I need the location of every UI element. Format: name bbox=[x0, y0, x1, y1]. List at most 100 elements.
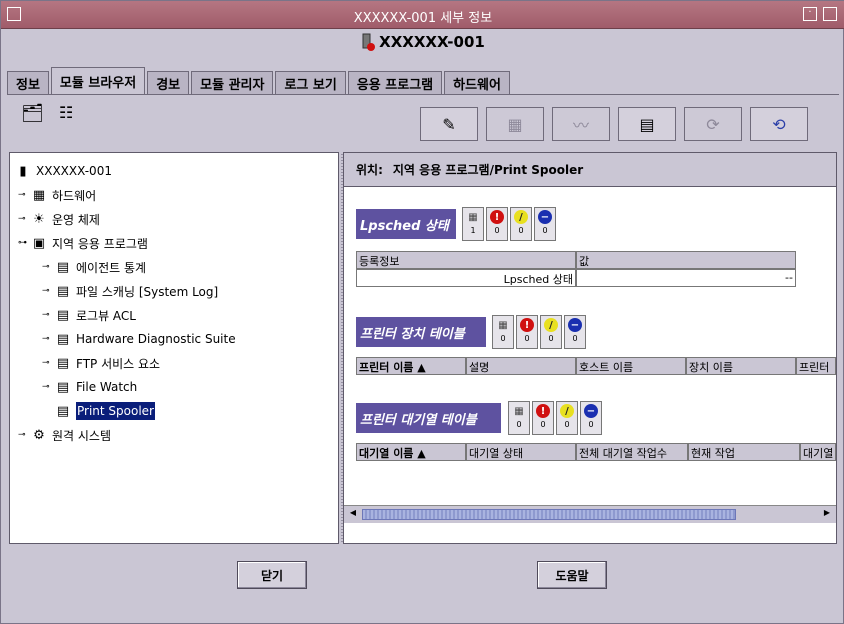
remote-alarm-icon: ⚙ bbox=[33, 427, 45, 443]
details-panel: 위치: 지역 응용 프로그램/Print Spooler Lpsched 상태 … bbox=[343, 152, 837, 544]
warning-status-icon: / bbox=[560, 404, 574, 418]
critical-status-icon: ! bbox=[520, 318, 534, 332]
tree-node-host[interactable]: ▮ XXXXXX-001 bbox=[14, 159, 338, 183]
tree-node-hw-diag[interactable]: ⊸ ▤ Hardware Diagnostic Suite bbox=[14, 327, 338, 351]
column-header[interactable]: 대기열 이름 ▲ bbox=[356, 443, 466, 461]
expand-key-icon[interactable]: ⊸ bbox=[18, 430, 30, 440]
scroll-left-icon[interactable]: ◀ bbox=[347, 508, 359, 520]
column-header[interactable]: 현재 작업 bbox=[688, 443, 800, 461]
tree-node-file-scanning[interactable]: ⊸ ▤ 파일 스캐닝 [System Log] bbox=[14, 279, 338, 303]
close-button[interactable]: 닫기 bbox=[237, 561, 307, 589]
expand-key-icon[interactable]: ⊸ bbox=[42, 334, 54, 344]
expand-key-icon[interactable]: ⊸ bbox=[42, 310, 54, 320]
count-warning: /0 bbox=[510, 207, 532, 241]
header: XXXXXX-001 bbox=[1, 29, 844, 59]
tab-alarms[interactable]: 경보 bbox=[147, 71, 190, 95]
warning-status-icon: / bbox=[514, 210, 528, 224]
column-header[interactable]: 설명 bbox=[466, 357, 576, 375]
tree-node-ftp[interactable]: ⊸ ▤ FTP 서비스 요소 bbox=[14, 351, 338, 375]
tree-node-hardware[interactable]: ⊸ ▦ 하드웨어 bbox=[14, 183, 338, 207]
list-view-icon[interactable]: ☷ bbox=[59, 103, 83, 129]
status-counts: ▦ 1 ! 0 /0 −0 bbox=[462, 207, 556, 241]
module-icon: ▤ bbox=[56, 355, 70, 371]
graph-icon[interactable]: 〰 bbox=[552, 107, 610, 141]
help-button[interactable]: 도움말 bbox=[537, 561, 607, 589]
column-header[interactable]: 등록정보 bbox=[356, 251, 576, 269]
os-alarm-icon: ☀ bbox=[33, 211, 45, 227]
section-title-printer-devices: 프린터 장치 테이블 bbox=[356, 317, 486, 347]
hardware-icon: ▦ bbox=[32, 187, 46, 203]
window-title: XXXXXX-001 세부 정보 bbox=[353, 11, 493, 26]
critical-status-icon: ! bbox=[490, 210, 504, 224]
tab-module-browser[interactable]: 모듈 브라우저 bbox=[50, 67, 146, 95]
tab-log-view[interactable]: 로그 보기 bbox=[275, 71, 346, 95]
probe-icon[interactable]: ⟳ bbox=[684, 107, 742, 141]
normal-status-icon: ▦ bbox=[468, 211, 478, 223]
edit-icon[interactable]: ✎ bbox=[420, 107, 478, 141]
expand-key-icon[interactable]: ⊸ bbox=[42, 382, 54, 392]
column-header[interactable]: 프린터 이름 ▲ bbox=[356, 357, 466, 375]
expand-key-icon[interactable]: ⊸ bbox=[42, 286, 54, 296]
expand-key-icon[interactable]: ⊸ bbox=[18, 214, 30, 224]
expand-key-icon[interactable]: ⊸ bbox=[18, 190, 30, 200]
refresh-icon[interactable]: ⟲ bbox=[750, 107, 808, 141]
tree-node-file-watch[interactable]: ⊸ ▤ File Watch bbox=[14, 375, 338, 399]
applications-icon: ▣ bbox=[32, 235, 46, 251]
column-header[interactable]: 값 bbox=[576, 251, 796, 269]
tree-node-print-spooler[interactable]: ▤ Print Spooler bbox=[14, 399, 338, 423]
column-header[interactable]: 대기열 상태 bbox=[466, 443, 576, 461]
title-bar: XXXXXX-001 세부 정보 · bbox=[1, 1, 844, 29]
host-alarm-icon bbox=[362, 33, 376, 51]
tree-node-logview-acl[interactable]: ⊸ ▤ 로그뷰 ACL bbox=[14, 303, 338, 327]
disabled-status-icon: − bbox=[568, 318, 582, 332]
properties-icon[interactable]: ▤ bbox=[618, 107, 676, 141]
disabled-status-icon: − bbox=[584, 404, 598, 418]
minimize-button[interactable]: · bbox=[803, 7, 817, 21]
tree-view-icon[interactable]: 🗂 bbox=[21, 103, 45, 129]
scroll-thumb[interactable] bbox=[362, 509, 736, 520]
host-icon: ▮ bbox=[19, 163, 27, 179]
host-name: XXXXXX-001 bbox=[379, 33, 485, 51]
tab-body: 🗂 ☷ ✎ ▦ 〰 ▤ ⟳ ⟲ ▮ XXXXXX-001 ⊸ ▦ 하드웨어 ⊸ … bbox=[7, 94, 839, 549]
column-header[interactable]: 호스트 이름 bbox=[576, 357, 686, 375]
collapse-key-icon[interactable]: ⊶ bbox=[18, 238, 30, 248]
tree-node-os[interactable]: ⊸ ☀ 운영 체제 bbox=[14, 207, 338, 231]
tree-node-remote-systems[interactable]: ⊸ ⚙ 원격 시스템 bbox=[14, 423, 338, 447]
maximize-button[interactable] bbox=[823, 7, 837, 21]
tab-module-manager[interactable]: 모듈 관리자 bbox=[191, 71, 274, 95]
count-normal: ▦ 1 bbox=[462, 207, 484, 241]
count-disabled: −0 bbox=[534, 207, 556, 241]
expand-key-icon[interactable]: ⊸ bbox=[42, 358, 54, 368]
expand-key-icon[interactable]: ⊸ bbox=[42, 262, 54, 272]
column-header[interactable]: 대기열 bbox=[800, 443, 836, 461]
section-title-printer-queues: 프린터 대기열 테이블 bbox=[356, 403, 501, 433]
module-icon: ▤ bbox=[56, 379, 70, 395]
section-title-lpsched: Lpsched 상태 bbox=[356, 209, 456, 239]
lpsched-table: 등록정보 값 Lpsched 상태 -- bbox=[356, 251, 796, 287]
tab-info[interactable]: 정보 bbox=[7, 71, 49, 95]
disabled-status-icon: − bbox=[538, 210, 552, 224]
tab-bar: 정보 모듈 브라우저 경보 모듈 관리자 로그 보기 응용 프로그램 하드웨어 bbox=[7, 67, 512, 95]
column-header[interactable]: 장치 이름 bbox=[686, 357, 796, 375]
scroll-right-icon[interactable]: ▶ bbox=[821, 508, 833, 520]
module-icon: ▤ bbox=[56, 307, 70, 323]
location-path: 지역 응용 프로그램/Print Spooler bbox=[392, 163, 584, 177]
tree-node-agent-stats[interactable]: ⊸ ▤ 에이전트 통계 bbox=[14, 255, 338, 279]
details-content: Lpsched 상태 ▦ 1 ! 0 /0 −0 등록정보 값 Lpsched 상태… bbox=[344, 187, 836, 523]
module-icon: ▤ bbox=[56, 403, 70, 419]
tab-applications[interactable]: 응용 프로그램 bbox=[347, 71, 443, 95]
table-icon[interactable]: ▦ bbox=[486, 107, 544, 141]
printer-devices-table-header: 프린터 이름 ▲ 설명 호스트 이름 장치 이름 프린터 bbox=[356, 357, 836, 375]
status-counts: ▦ 0 ! 0 /0 −0 bbox=[492, 315, 586, 349]
location-label: 위치: bbox=[356, 163, 383, 177]
horizontal-scrollbar[interactable]: ◀ ▶ bbox=[344, 505, 836, 523]
module-icon: ▤ bbox=[56, 331, 70, 347]
count-critical: ! 0 bbox=[486, 207, 508, 241]
warning-status-icon: / bbox=[544, 318, 558, 332]
status-counts: ▦ 0 ! 0 /0 −0 bbox=[508, 401, 602, 435]
tab-hardware[interactable]: 하드웨어 bbox=[444, 71, 510, 95]
column-header[interactable]: 전체 대기열 작업수 bbox=[576, 443, 688, 461]
column-header[interactable]: 프린터 bbox=[796, 357, 836, 375]
tree-node-local-apps[interactable]: ⊶ ▣ 지역 응용 프로그램 bbox=[14, 231, 338, 255]
table-row[interactable]: Lpsched 상태 -- bbox=[356, 269, 796, 287]
